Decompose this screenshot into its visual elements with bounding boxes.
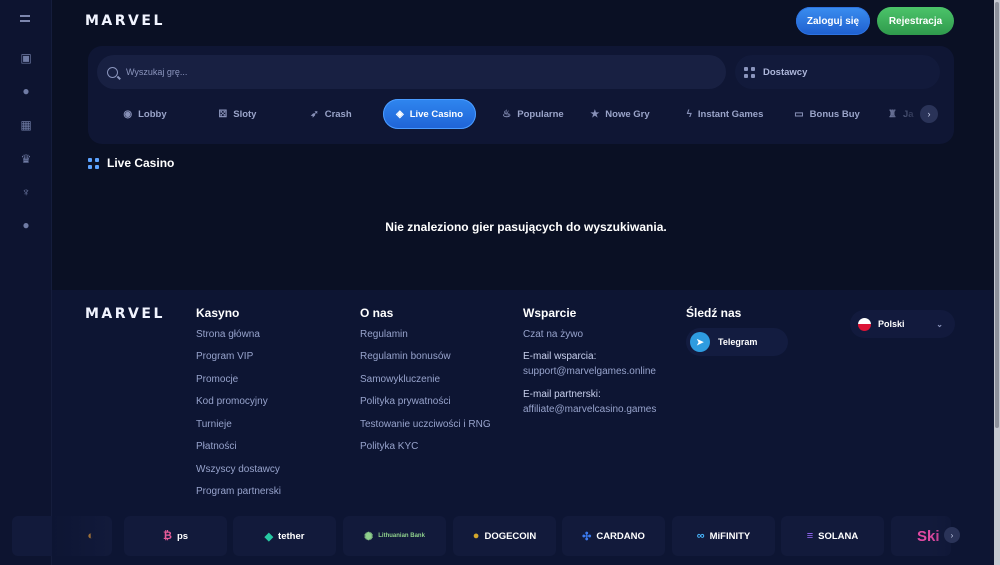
chips-icon[interactable]: ● [16, 81, 36, 101]
chevron-right-icon[interactable]: › [920, 105, 938, 123]
gamepad-icon: ◉ [123, 108, 133, 120]
payment-logo: ∞ MiFINITY [672, 516, 775, 556]
gift-icon[interactable]: ▦ [16, 115, 36, 135]
tab-live-casino[interactable]: ◈ Live Casino [383, 99, 476, 129]
fire-icon: ♨ [502, 108, 512, 120]
payment-logo: ₿ ps [124, 516, 227, 556]
partner-email-label: E-mail partnerski: [523, 389, 601, 400]
tab-label: Crash [324, 108, 352, 120]
info-icon[interactable]: ● [16, 215, 36, 235]
grid-icon [88, 157, 99, 169]
language-select[interactable]: Polski ⌄ [850, 310, 955, 338]
footer-link[interactable]: Program VIP [196, 351, 253, 362]
payment-logo: ≡ SOLANA [781, 516, 884, 556]
footer-logo[interactable]: MARVEL [85, 306, 165, 322]
tab-nowe-gry[interactable]: ★ Nowe Gry [578, 99, 662, 129]
register-button[interactable]: Rejestracja [877, 7, 954, 35]
footer-link[interactable]: Płatności [196, 441, 237, 452]
chevron-right-icon[interactable]: › [944, 527, 960, 543]
tab-label: Instant Games [697, 108, 764, 120]
payment-logo: ✺ Lithuanian Bank [343, 516, 446, 556]
footer-col-title: Śledź nas [686, 306, 742, 320]
payment-name: DOGECOIN [484, 530, 537, 542]
payment-name: CARDANO [596, 530, 645, 542]
language-label: Polski [878, 319, 905, 329]
strip-fade [930, 516, 1000, 556]
tab-label: Popularne [517, 108, 564, 120]
live-dealer-icon: ◈ [395, 108, 404, 120]
section-title-text: Live Casino [107, 156, 175, 170]
tab-crash[interactable]: ➶ Crash [293, 99, 369, 129]
support-email-link[interactable]: support@marvelgames.online [523, 366, 656, 377]
lightning-icon: ϟ [686, 108, 692, 120]
payment-name: ps [176, 530, 189, 542]
footer-link[interactable]: Regulamin [360, 329, 408, 340]
page-scrollbar[interactable] [994, 0, 1000, 565]
footer-link[interactable]: Regulamin bonusów [360, 351, 451, 362]
footer-link[interactable]: Polityka KYC [360, 441, 418, 452]
tab-popularne[interactable]: ♨ Popularne [485, 99, 581, 129]
footer-link[interactable]: Samowykluczenie [360, 374, 440, 385]
tab-label: Nowe Gry [605, 108, 650, 120]
payment-name: Lithuanian Bank [378, 533, 425, 539]
payment-name: MiFINITY [709, 530, 751, 542]
footer-link[interactable]: Testowanie uczciwości i RNG [360, 419, 491, 430]
poland-flag-icon [858, 317, 871, 331]
footer-link[interactable]: Kod promocyjny [196, 396, 268, 407]
support-email-label: E-mail wsparcia: [523, 351, 597, 362]
payment-name: SOLANA [818, 530, 859, 542]
footer-link[interactable]: Strona główna [196, 329, 260, 340]
footer-col-title: Wsparcie [523, 306, 577, 320]
payment-logo: ◆ tether [233, 516, 336, 556]
crown-icon[interactable]: ♛ [16, 149, 36, 169]
menu-icon[interactable] [18, 12, 34, 26]
payment-name: tether [278, 530, 305, 542]
partner-email-link[interactable]: affiliate@marvelcasino.games [523, 404, 656, 415]
search-input[interactable]: Wyszukaj grę... [97, 55, 726, 89]
footer-link[interactable]: Program partnerski [196, 486, 281, 497]
footer-link[interactable]: Promocje [196, 374, 238, 385]
section-title: Live Casino [88, 156, 174, 170]
live-chat-link[interactable]: Czat na żywo [523, 329, 583, 340]
providers-dropdown[interactable]: Dostawcy [735, 55, 940, 89]
footer-link[interactable]: Wszyscy dostawcy [196, 464, 280, 475]
payment-logo: ● DOGECOIN [453, 516, 556, 556]
footer-link[interactable]: Polityka prywatności [360, 396, 451, 407]
tab-label: Live Casino [409, 108, 464, 120]
tab-bonus-buy[interactable]: ▭ Bonus Buy [786, 99, 868, 129]
login-button[interactable]: Zaloguj się [796, 7, 870, 35]
site-logo[interactable]: MARVEL [85, 13, 165, 29]
scrollbar-thumb[interactable] [995, 2, 999, 428]
lobby-icon[interactable]: ▣ [16, 48, 36, 68]
footer-col-title: Kasyno [196, 306, 240, 320]
tab-label: Sloty [233, 108, 257, 120]
slot-machine-icon: ⚄ [218, 108, 228, 120]
telegram-icon: ➤ [690, 332, 710, 352]
chevron-down-icon: ⌄ [936, 319, 943, 329]
footer-link[interactable]: Turnieje [196, 419, 232, 430]
tab-label: Bonus Buy [809, 108, 860, 120]
left-rail: ▣ ● ▦ ♛ ♆ ● [0, 0, 52, 565]
empty-state-message: Nie znaleziono gier pasujących do wyszuk… [385, 220, 667, 234]
tab-instant-games[interactable]: ϟ Instant Games [672, 99, 778, 129]
telegram-link[interactable]: ➤ Telegram [686, 328, 788, 356]
grid-icon [744, 66, 755, 78]
telegram-label: Telegram [718, 337, 758, 347]
star-icon: ★ [590, 108, 600, 120]
search-placeholder: Wyszukaj grę... [126, 67, 188, 77]
search-icon [107, 66, 118, 78]
providers-label: Dostawcy [763, 66, 808, 78]
footer-col-title: O nas [360, 306, 394, 320]
strip-fade [52, 516, 112, 556]
tab-sloty[interactable]: ⚄ Sloty [200, 99, 275, 129]
tab-lobby[interactable]: ◉ Lobby [105, 99, 185, 129]
rocket-icon: ➶ [310, 108, 319, 120]
tab-label: Lobby [138, 108, 167, 120]
trophy-icon[interactable]: ♆ [16, 182, 36, 202]
payment-logo: ✣ CARDANO [562, 516, 665, 556]
ticket-icon: ▭ [794, 108, 804, 120]
